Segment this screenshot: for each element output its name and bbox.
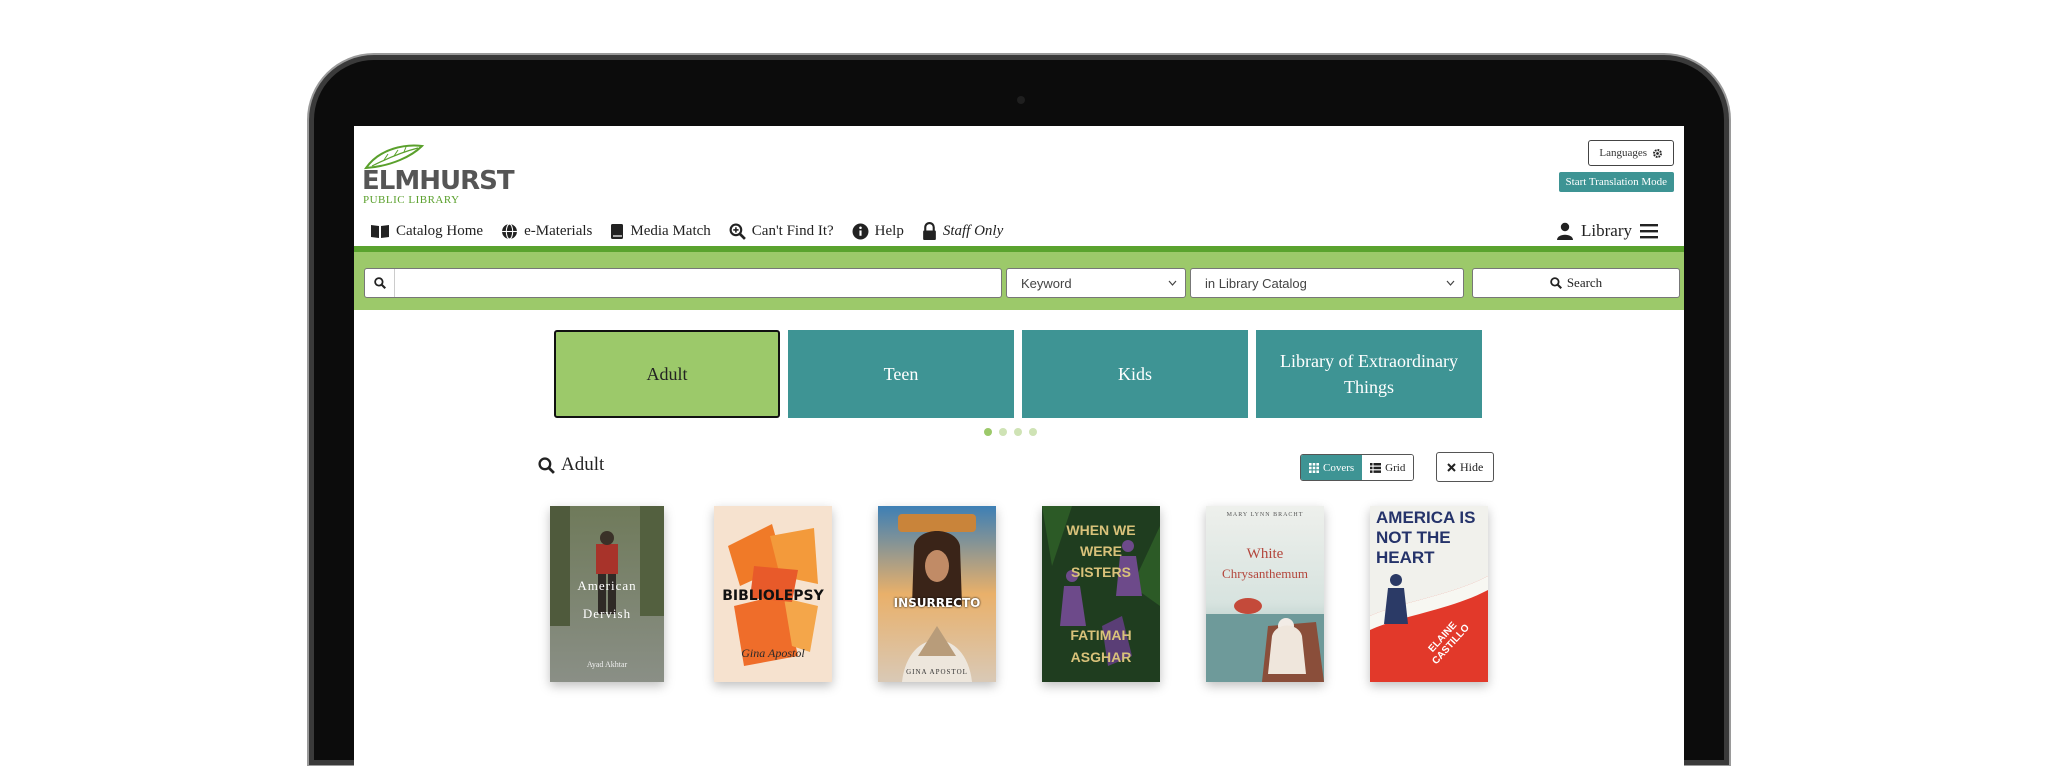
book-cover-american-dervish[interactable]: American Dervish Ayad Akhtar bbox=[550, 506, 664, 682]
book-cover-when-we-were-sisters[interactable]: WHEN WE WERE SISTERS FATIMAH ASGHAR bbox=[1042, 506, 1160, 682]
start-translation-button[interactable]: Start Translation Mode bbox=[1558, 172, 1674, 192]
book-covers: American Dervish Ayad Akhtar BIBLIOLEPSY… bbox=[550, 506, 1530, 686]
book-title: Chrysanthemum bbox=[1222, 566, 1308, 581]
list-icon bbox=[1370, 462, 1382, 473]
covers-label: Covers bbox=[1323, 461, 1355, 474]
book-author: Ayad Akhtar bbox=[586, 660, 628, 669]
search-input[interactable] bbox=[395, 269, 1001, 297]
account-label: Library bbox=[1581, 221, 1632, 240]
lock-icon bbox=[922, 222, 936, 240]
book-author: MARY LYNN BRACHT bbox=[1226, 512, 1304, 518]
laptop-frame: ELMHURST PUBLIC LIBRARY Languages Start … bbox=[314, 60, 1724, 766]
tile-kids[interactable]: Kids bbox=[1022, 330, 1248, 418]
nav-label: e-Materials bbox=[524, 222, 593, 239]
search-scope-value: in Library Catalog bbox=[1205, 275, 1307, 291]
tile-library-of-extraordinary-things[interactable]: Library of Extraordinary Things bbox=[1256, 330, 1482, 418]
grid-label: Grid bbox=[1385, 461, 1406, 474]
book-title: BIBLIOLEPSY bbox=[722, 588, 824, 604]
book-open-icon bbox=[371, 225, 389, 238]
nav-label: Staff Only bbox=[942, 222, 1004, 239]
book-author: GINA APOSTOL bbox=[906, 668, 968, 676]
logo-subtitle: PUBLIC LIBRARY bbox=[363, 194, 460, 206]
search-type-value: Keyword bbox=[1021, 275, 1072, 291]
cover-art bbox=[1206, 506, 1324, 682]
book-title: American bbox=[577, 578, 637, 593]
search-field[interactable] bbox=[364, 268, 1002, 298]
search-icon bbox=[373, 277, 386, 289]
account-menu[interactable]: Library bbox=[1557, 218, 1658, 244]
book-title: AMERICA IS NOT THE HEART bbox=[1376, 508, 1476, 567]
results-title-label: Adult bbox=[561, 454, 605, 475]
close-icon bbox=[1447, 462, 1456, 472]
book-title: Dervish bbox=[582, 606, 632, 621]
hide-label: Hide bbox=[1460, 459, 1484, 474]
grid-view-button[interactable]: Grid bbox=[1362, 455, 1414, 480]
hide-button[interactable]: Hide bbox=[1436, 452, 1495, 482]
book-author: Gina Apostol bbox=[741, 646, 805, 660]
chevron-down-icon bbox=[1446, 280, 1455, 286]
nav-help[interactable]: Help bbox=[852, 223, 904, 240]
nav-label: Help bbox=[874, 222, 904, 239]
search-scope-select[interactable]: in Library Catalog bbox=[1190, 268, 1464, 298]
cover-art bbox=[550, 506, 664, 682]
webcam bbox=[1017, 96, 1025, 104]
carousel-dots bbox=[984, 428, 1037, 436]
library-logo[interactable]: ELMHURST PUBLIC LIBRARY bbox=[362, 142, 515, 206]
languages-button[interactable]: Languages bbox=[1588, 140, 1674, 166]
tile-teen[interactable]: Teen bbox=[788, 330, 1014, 418]
gear-icon bbox=[1653, 148, 1662, 158]
book-icon bbox=[611, 223, 624, 239]
nav-cant-find-it[interactable]: Can't Find It? bbox=[729, 223, 834, 240]
carousel-dot[interactable] bbox=[999, 428, 1007, 436]
view-toggle: Covers Grid bbox=[1300, 454, 1415, 481]
book-cover-white-chrysanthemum[interactable]: MARY LYNN BRACHT White Chrysanthemum bbox=[1206, 506, 1324, 682]
nav-label: Media Match bbox=[630, 222, 711, 239]
carousel-dot[interactable] bbox=[984, 428, 992, 436]
info-icon bbox=[852, 223, 869, 239]
carousel-dot[interactable] bbox=[1029, 428, 1037, 436]
book-cover-america-is-not-the-heart[interactable]: AMERICA IS NOT THE HEART ELAINE CASTILLO bbox=[1370, 506, 1488, 682]
languages-label: Languages bbox=[1599, 147, 1647, 159]
results-title: Adult bbox=[538, 454, 604, 476]
search-icon bbox=[538, 456, 555, 474]
nav-label: Catalog Home bbox=[396, 222, 484, 239]
browser-screen: ELMHURST PUBLIC LIBRARY Languages Start … bbox=[354, 126, 1684, 766]
book-title: WHEN WE WERE SISTERS bbox=[1066, 522, 1136, 580]
user-icon bbox=[1557, 222, 1574, 240]
grid-icon bbox=[1309, 462, 1319, 473]
globe-icon bbox=[502, 223, 518, 239]
audience-tiles: Adult Teen Kids Library of Extraordinary… bbox=[554, 330, 1482, 418]
nav-catalog-home[interactable]: Catalog Home bbox=[370, 223, 483, 240]
chevron-down-icon bbox=[1168, 280, 1177, 286]
tile-adult[interactable]: Adult bbox=[554, 330, 780, 418]
book-cover-bibliolepsy[interactable]: BIBLIOLEPSY Gina Apostol bbox=[714, 506, 832, 682]
search-button[interactable]: Search bbox=[1472, 268, 1680, 298]
nav-label: Can't Find It? bbox=[751, 222, 834, 239]
book-title: FATIMAH ASGHAR bbox=[1070, 627, 1132, 665]
nav-media-match[interactable]: Media Match bbox=[610, 222, 711, 240]
nav-staff-only[interactable]: Staff Only bbox=[922, 222, 1003, 240]
main-nav: Catalog Home e-Materials Media Match Can… bbox=[370, 218, 1003, 244]
book-title: White bbox=[1246, 546, 1284, 562]
nav-e-materials[interactable]: e-Materials bbox=[501, 223, 592, 240]
logo-wordmark: ELMHURST bbox=[362, 166, 515, 196]
carousel-dot[interactable] bbox=[1014, 428, 1022, 436]
book-cover-insurrecto[interactable]: INSURRECTO GINA APOSTOL bbox=[878, 506, 996, 682]
cover-art bbox=[878, 506, 996, 682]
search-button-label: Search bbox=[1566, 275, 1603, 290]
book-title: INSURRECTO bbox=[893, 596, 981, 610]
search-icon bbox=[1550, 277, 1562, 289]
search-plus-icon bbox=[729, 223, 746, 240]
covers-view-button[interactable]: Covers bbox=[1301, 455, 1363, 480]
search-type-select[interactable]: Keyword bbox=[1006, 268, 1186, 298]
hamburger-menu-icon[interactable] bbox=[1640, 223, 1658, 239]
